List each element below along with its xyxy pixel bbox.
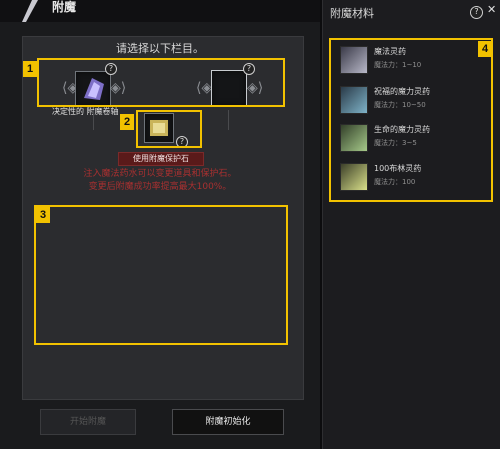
highlight-number-4: 4 — [478, 41, 492, 57]
highlight-box-3 — [34, 205, 288, 345]
instruction-text: 请选择以下栏目。 — [116, 42, 204, 55]
highlight-number-1: 1 — [23, 61, 37, 77]
warning-line-2: 变更后附魔成功率提高最大100%。 — [88, 182, 232, 192]
highlight-number-2: 2 — [120, 114, 134, 130]
warning-line-1: 注入魔法药水可以变更道具和保护石。 — [83, 169, 237, 179]
close-icon[interactable]: ✕ — [487, 3, 496, 16]
connector-line — [93, 110, 94, 130]
logo-icon — [22, 0, 38, 22]
start-enchant-button[interactable]: 开始附魔 — [40, 409, 136, 435]
highlight-box-2 — [136, 110, 202, 148]
materials-panel-title: 附魔材料 — [330, 7, 374, 20]
warning-text: 注入魔法药水可以变更道具和保护石。 变更后附魔成功率提高最大100%。 — [40, 168, 280, 194]
window-title: 附魔 — [52, 0, 77, 14]
reset-enchant-button[interactable]: 附魔初始化 — [172, 409, 284, 435]
item-name-label: 决定性的 附魔卷轴 — [52, 107, 119, 116]
panel-help-icon[interactable]: ? — [470, 6, 483, 19]
connector-line — [228, 110, 229, 130]
highlight-box-1 — [37, 58, 285, 107]
highlight-number-3: 3 — [36, 207, 50, 223]
protect-stone-label: 使用附魔保护石 — [118, 152, 204, 166]
title-bar: 附魔 — [0, 0, 320, 22]
highlight-box-4 — [329, 38, 493, 202]
